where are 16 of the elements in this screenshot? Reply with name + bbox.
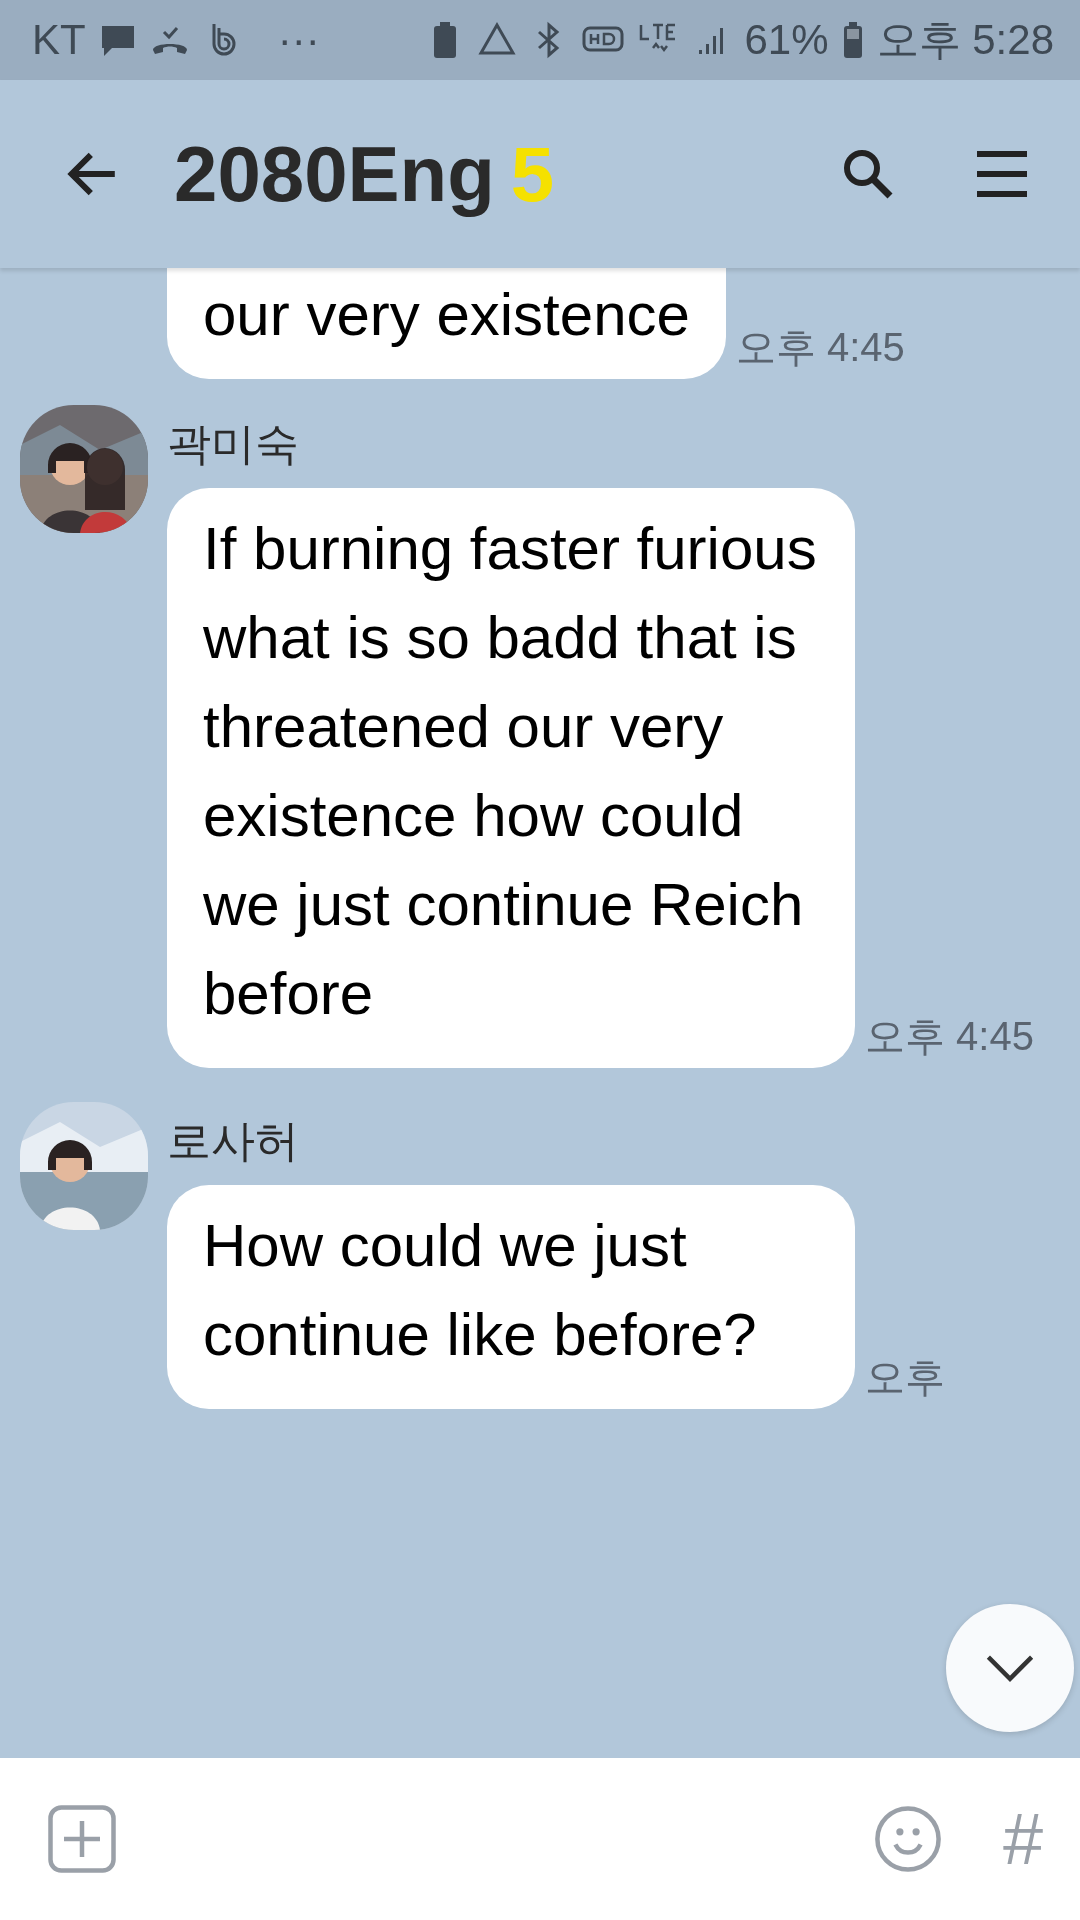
clock-label: 오후 5:28: [876, 15, 1054, 65]
message-time: 오후 4:45: [735, 324, 905, 371]
sender-name: 곽미숙: [167, 418, 300, 470]
carrier-label: KT: [32, 16, 86, 64]
member-count: 5: [510, 128, 555, 220]
message-bubble: How could we just continue like before?: [167, 1185, 855, 1409]
hashtag-button[interactable]: #: [1001, 1798, 1042, 1880]
more-notifications-label: ···: [277, 16, 320, 64]
add-icon[interactable]: [46, 1803, 118, 1875]
message-time: 오후: [865, 1354, 945, 1401]
message-time: 오후 4:45: [865, 1013, 1034, 1060]
message-bubble: If burning faster furious what is so badd that is threatened our very existence how could we just continue Reich before: [167, 488, 855, 1068]
message-bubble: our very existence: [167, 268, 726, 379]
sender-name: 로사허: [167, 1115, 300, 1167]
battery-percent-label: 61%: [744, 16, 829, 64]
chat-title: 2080Eng: [174, 128, 495, 220]
